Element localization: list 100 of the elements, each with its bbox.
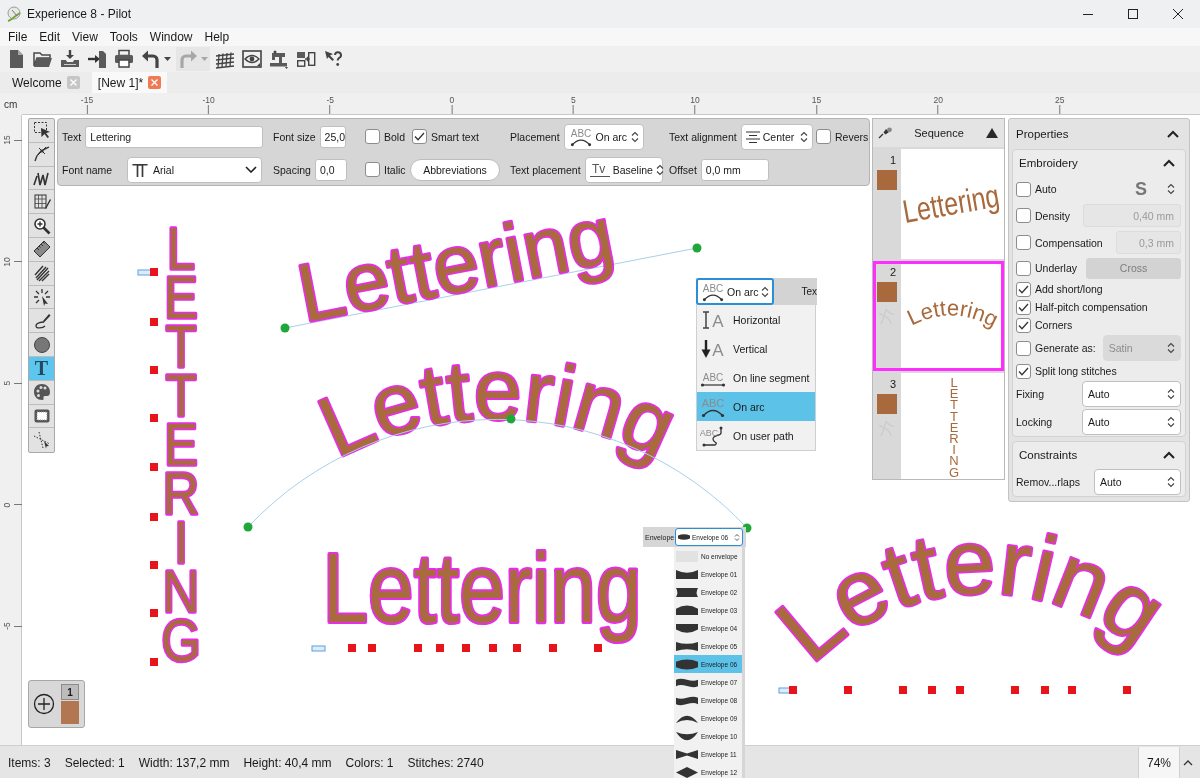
envelope-shape-icon [678,534,690,540]
node-marker-icon[interactable] [1068,686,1076,694]
menu-item[interactable]: Edit [33,30,67,44]
font-name-dropdown[interactable]: TT Arial [127,156,262,183]
text-tool-button[interactable]: T [29,356,54,381]
node-marker-icon[interactable] [150,561,158,569]
menu-option[interactable]: A Vertical [697,334,815,363]
checkbox[interactable] [1016,317,1031,333]
up-down-chevron-icon[interactable] [1167,476,1175,488]
checkbox[interactable] [365,129,380,144]
document-tab[interactable]: [New 1]* [91,72,168,93]
zoom-dropdown[interactable]: 74% [1138,746,1180,778]
checkbox[interactable] [1016,299,1031,315]
node-marker-icon[interactable] [1011,686,1019,694]
node-marker-icon[interactable] [150,318,158,326]
eye-button[interactable] [240,47,264,71]
sequence-item[interactable]: 1 Lettering [873,149,1004,259]
up-down-chevron-icon[interactable] [799,130,808,143]
menu-item[interactable]: File [2,30,34,44]
text-field[interactable]: Lettering [85,125,264,148]
alignment-dropdown[interactable]: Center [740,123,813,150]
node-marker-icon[interactable] [150,414,158,422]
menu-item[interactable]: Help [198,30,236,44]
checkbox[interactable] [1016,181,1031,197]
checkbox[interactable] [1016,281,1031,297]
caret-icon[interactable] [164,57,171,61]
node-marker-icon[interactable] [1123,686,1131,694]
menu-option[interactable]: ABC On user path [697,421,815,450]
chevron-up-icon[interactable] [1183,759,1193,766]
dropdown[interactable]: Auto [1082,409,1181,435]
dotted-lines-icon [32,431,51,450]
up-down-chevron-icon[interactable] [655,163,664,176]
placement-dropdown[interactable]: ABC On arc [696,278,774,305]
menu-option[interactable]: A Horizontal [697,305,815,334]
handle-icon[interactable] [137,269,152,276]
menu-item[interactable]: Window [143,30,199,44]
node-marker-icon[interactable] [844,686,852,694]
tray-arrow-icon [60,49,80,69]
node-marker-icon[interactable] [513,644,521,652]
node-marker-icon[interactable] [150,268,158,276]
node-marker-icon[interactable] [150,366,158,374]
node-marker-icon[interactable] [150,513,158,521]
sequence-item[interactable]: 2 Lettering [873,261,1004,371]
node-marker-icon[interactable] [956,686,964,694]
checkbox[interactable] [1016,363,1031,379]
handle-icon[interactable] [311,645,326,652]
up-down-chevron-icon[interactable] [630,130,639,143]
chevron-down-icon[interactable] [245,166,257,173]
chevron-up-icon[interactable] [1167,130,1179,138]
node-marker-icon[interactable] [348,644,356,652]
plus-circle-icon [33,693,55,715]
triangle-icon[interactable] [986,128,998,138]
checkbox[interactable] [365,162,380,177]
node-marker-icon[interactable] [414,644,422,652]
pin-icon[interactable] [878,127,892,139]
control-point-icon[interactable] [692,243,702,253]
swatch-icon[interactable] [61,701,79,724]
dropdown[interactable]: Auto [1094,469,1181,495]
node-marker-icon[interactable] [436,644,444,652]
node-marker-icon[interactable] [150,463,158,471]
close-tab-button[interactable] [148,76,162,89]
selection-arrow-tool-button[interactable] [29,119,54,143]
node-marker-icon[interactable] [549,644,557,652]
status-text: Stitches: 2740 [407,755,484,770]
field-label: Offset [669,163,697,176]
dropdown[interactable]: Auto [1082,381,1181,407]
control-point-icon[interactable] [280,323,290,333]
menu-item[interactable]: Tools [103,30,144,44]
up-down-chevron-icon[interactable] [1167,416,1175,428]
node-marker-icon[interactable] [150,609,158,617]
spacing-field[interactable]: 0,0 [314,158,347,181]
abbreviations-button[interactable]: Abbreviations [410,158,500,181]
document-tab[interactable]: Welcome [6,72,86,93]
up-down-chevron-icon[interactable] [1167,183,1175,195]
node-marker-icon[interactable] [899,686,907,694]
node-marker-icon[interactable] [462,644,470,652]
node-marker-icon[interactable] [368,644,376,652]
checkbox[interactable] [412,129,427,144]
chevron-up-icon[interactable] [1163,451,1175,459]
up-down-chevron-icon[interactable] [761,285,769,298]
checkbox[interactable] [816,129,831,144]
sequence-item[interactable]: 3 LETTERING [873,373,1004,479]
node-marker-icon[interactable] [1041,686,1049,694]
node-marker-icon[interactable] [928,686,936,694]
node-marker-icon[interactable] [789,686,797,694]
chevron-up-icon[interactable] [1163,159,1175,167]
menu-item[interactable]: View [66,30,104,44]
offset-field[interactable]: 0,0 mm [700,158,769,181]
menu-option[interactable]: ABC On line segment [697,363,815,392]
text-placement-dropdown[interactable]: Tv Baseline [584,156,663,183]
node-marker-icon[interactable] [489,644,497,652]
node-marker-icon[interactable] [150,658,158,666]
placement-dropdown[interactable]: ABC On arc [563,123,644,150]
up-down-chevron-icon[interactable] [1167,388,1175,400]
menu-option[interactable]: ABC On arc [697,392,815,421]
font-size-field[interactable]: 25,0 [319,125,346,148]
add-color-button[interactable] [33,693,55,715]
node-marker-icon[interactable] [594,644,602,652]
ruler-tool-button[interactable] [29,238,54,262]
printer-button[interactable] [112,47,136,71]
